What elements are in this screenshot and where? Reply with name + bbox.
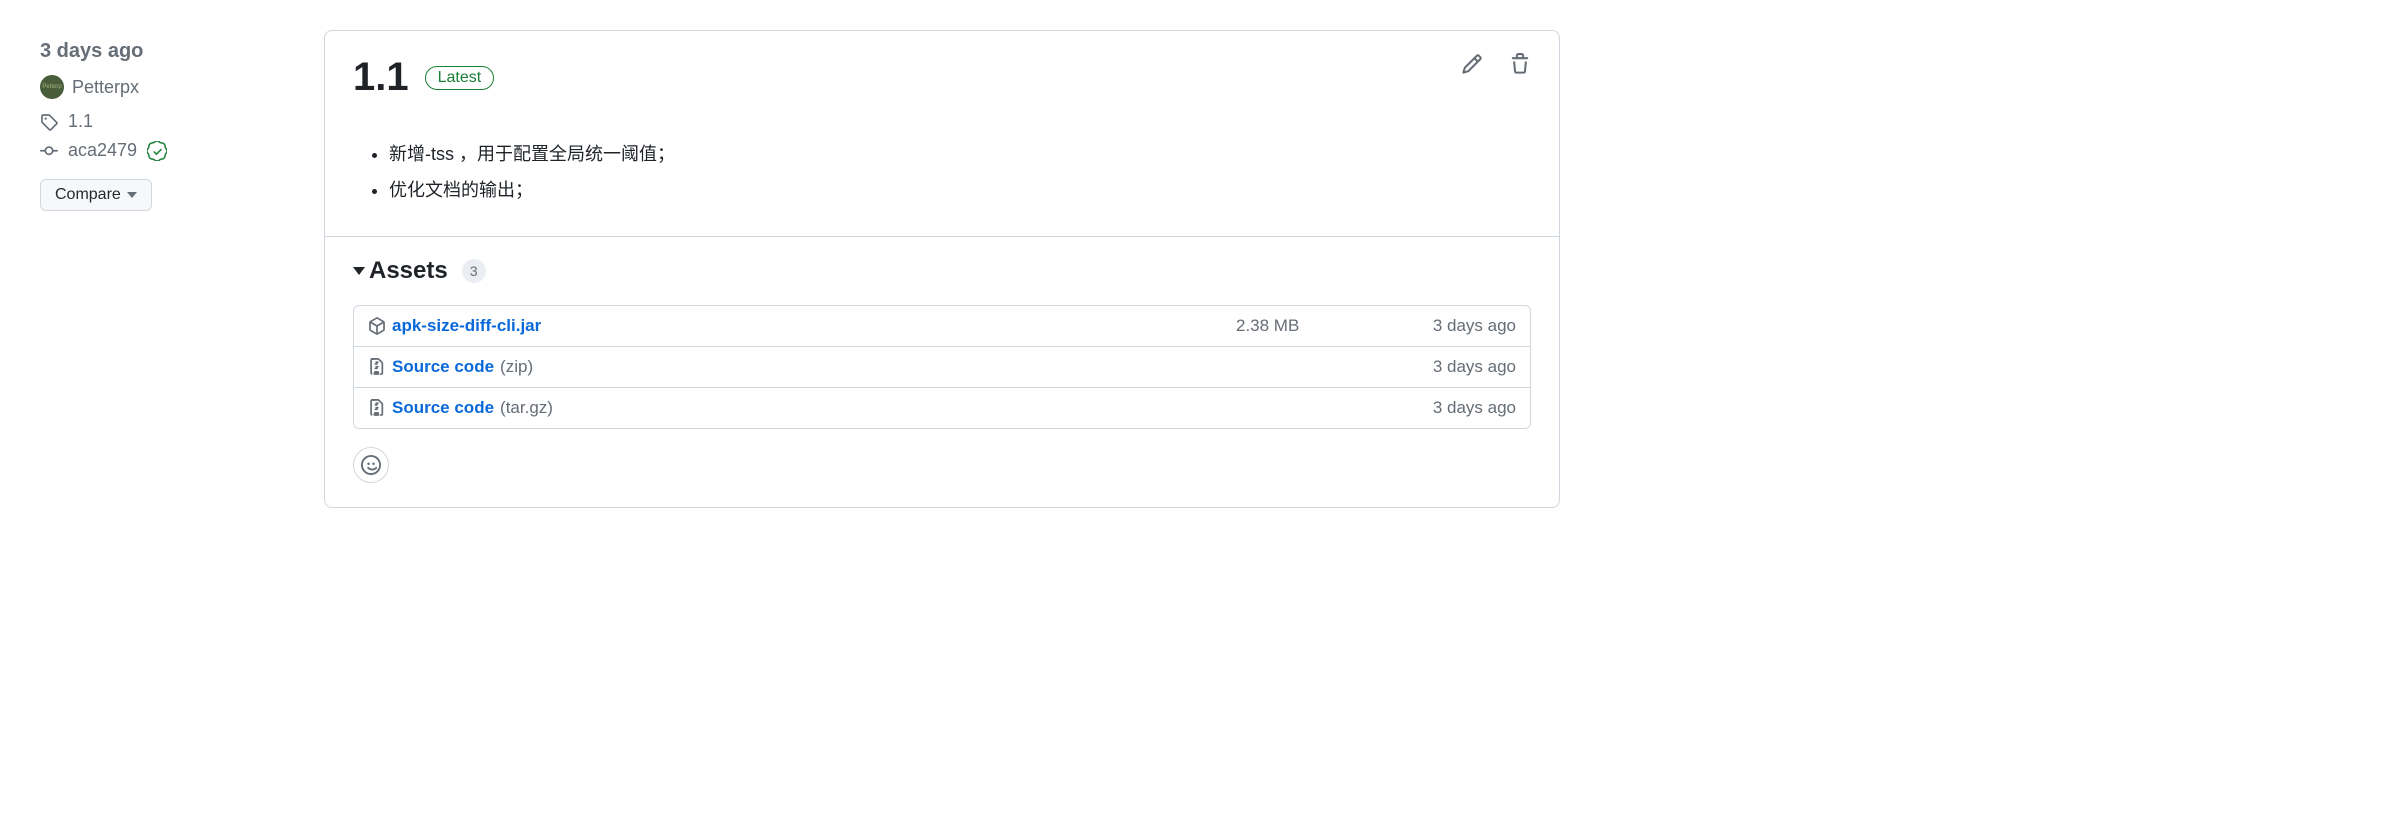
pencil-icon	[1461, 53, 1483, 75]
compare-button[interactable]: Compare	[40, 179, 152, 211]
release-timestamp: 3 days ago	[40, 40, 300, 63]
asset-row: Source code (zip) 3 days ago	[354, 347, 1530, 388]
package-icon	[368, 317, 386, 335]
file-zip-icon	[368, 399, 386, 417]
author-name: Petterpx	[72, 77, 139, 98]
asset-link[interactable]: Source code	[392, 398, 494, 418]
file-zip-icon	[368, 358, 386, 376]
asset-suffix: (zip)	[500, 357, 533, 377]
tag-name: 1.1	[68, 111, 93, 132]
asset-list: apk-size-diff-cli.jar 2.38 MB 3 days ago…	[353, 305, 1531, 429]
trash-icon	[1509, 53, 1531, 75]
caret-down-icon	[353, 267, 365, 275]
assets-count: 3	[462, 259, 486, 283]
add-reaction-button[interactable]	[353, 447, 389, 483]
smiley-icon	[361, 455, 381, 475]
asset-suffix: (tar.gz)	[500, 398, 553, 418]
commit-row[interactable]: aca2479	[40, 140, 300, 161]
avatar: Petterp	[40, 75, 64, 99]
tag-row[interactable]: 1.1	[40, 111, 300, 132]
asset-time: 3 days ago	[1386, 316, 1516, 336]
latest-badge: Latest	[425, 66, 495, 90]
assets-toggle[interactable]: Assets	[353, 257, 448, 285]
release-panel: 1.1 Latest 新增-tss ，用于配置全局统一阈值； 优化文档的输出； …	[324, 30, 1560, 508]
edit-button[interactable]	[1457, 49, 1487, 82]
asset-link[interactable]: Source code	[392, 357, 494, 377]
chevron-down-icon	[127, 192, 137, 198]
verified-icon	[147, 141, 167, 161]
release-notes: 新增-tss ，用于配置全局统一阈值； 优化文档的输出；	[353, 136, 1531, 208]
tag-icon	[40, 113, 58, 131]
asset-size: 2.38 MB	[1236, 316, 1386, 336]
release-note-item: 新增-tss ，用于配置全局统一阈值；	[389, 136, 1531, 172]
assets-title: Assets	[369, 257, 448, 285]
commit-hash: aca2479	[68, 140, 137, 161]
asset-link[interactable]: apk-size-diff-cli.jar	[392, 316, 541, 336]
delete-button[interactable]	[1505, 49, 1535, 82]
compare-label: Compare	[55, 186, 121, 204]
release-note-item: 优化文档的输出；	[389, 172, 1531, 208]
asset-row: apk-size-diff-cli.jar 2.38 MB 3 days ago	[354, 306, 1530, 347]
commit-icon	[40, 142, 58, 160]
asset-time: 3 days ago	[1386, 398, 1516, 418]
release-title: 1.1	[353, 55, 409, 100]
asset-row: Source code (tar.gz) 3 days ago	[354, 388, 1530, 428]
release-sidebar: 3 days ago Petterp Petterpx 1.1 aca2479 …	[40, 30, 300, 508]
asset-time: 3 days ago	[1386, 357, 1516, 377]
author-row[interactable]: Petterp Petterpx	[40, 75, 300, 99]
